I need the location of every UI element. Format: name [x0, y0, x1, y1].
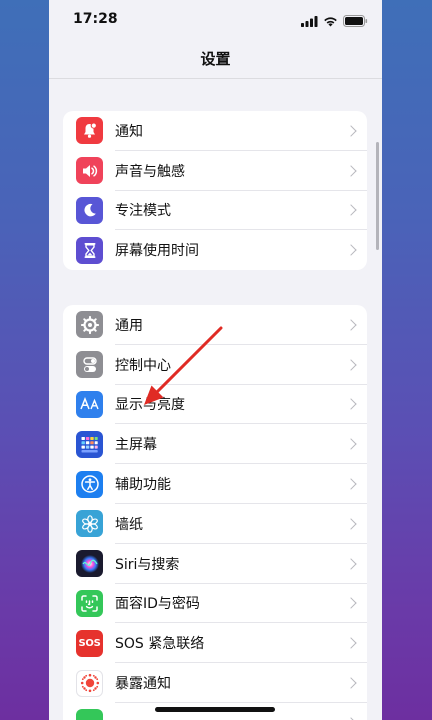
settings-group-1: 通知 声音与触感 专注模式 屏幕使用时间 — [63, 111, 367, 271]
chevron-right-icon — [345, 398, 357, 411]
bell-icon — [76, 117, 103, 145]
settings-row-label: 显示与亮度 — [115, 397, 185, 414]
battery-icon — [76, 709, 103, 720]
hourglass-icon — [76, 236, 103, 264]
cellular-signal-icon — [301, 12, 318, 31]
grid-icon — [76, 430, 103, 458]
settings-row-label: 专注模式 — [115, 203, 171, 220]
chevron-right-icon — [345, 438, 357, 450]
chevron-right-icon — [345, 478, 357, 490]
settings-row-screen-time[interactable]: 屏幕使用时间 — [63, 230, 367, 270]
settings-row-label: Siri与搜索 — [115, 556, 180, 573]
page-title: 设置 — [200, 50, 231, 68]
settings-row-label: 控制中心 — [115, 357, 171, 374]
status-bar: 17:28 — [49, 0, 382, 40]
sos-icon: SOS — [76, 629, 103, 657]
chevron-right-icon — [345, 677, 357, 689]
siri-icon — [76, 550, 103, 578]
settings-row-general[interactable]: 通用 — [63, 305, 367, 345]
settings-row-sounds[interactable]: 声音与触感 — [63, 151, 367, 191]
nav-divider — [49, 78, 382, 79]
settings-row-label: 辅助功能 — [115, 477, 171, 494]
flower-icon — [76, 510, 103, 538]
moon-icon — [76, 196, 103, 224]
settings-row-exposure-notifications[interactable]: 暴露通知 — [63, 663, 367, 703]
settings-row-label: 通用 — [115, 317, 143, 334]
exposure-icon — [76, 669, 103, 697]
settings-row-label: 主屏幕 — [115, 437, 157, 454]
settings-row-notifications[interactable]: 通知 — [63, 111, 367, 151]
settings-row-label: SOS 紧急联络 — [115, 636, 205, 653]
status-icons — [301, 12, 368, 31]
chevron-right-icon — [345, 125, 357, 137]
status-time: 17:28 — [73, 11, 118, 27]
settings-row-label: 暴露通知 — [115, 676, 171, 693]
settings-row-focus[interactable]: 专注模式 — [63, 191, 367, 231]
chevron-right-icon — [345, 165, 357, 177]
chevron-right-icon — [345, 518, 357, 530]
accessibility-icon — [76, 470, 103, 498]
settings-row-label: 屏幕使用时间 — [115, 243, 199, 260]
speaker-icon — [76, 157, 103, 185]
gear-icon — [76, 311, 103, 339]
settings-row-face-id-passcode[interactable]: 面容ID与密码 — [63, 584, 367, 624]
settings-row-siri-search[interactable]: Siri与搜索 — [63, 544, 367, 584]
settings-row-display-brightness[interactable]: 显示与亮度 — [63, 385, 367, 425]
settings-row-wallpaper[interactable]: 墙纸 — [63, 504, 367, 544]
chevron-right-icon — [345, 204, 357, 217]
toggles-icon — [76, 351, 103, 379]
settings-row-accessibility[interactable]: 辅助功能 — [63, 464, 367, 504]
settings-row-label: 声音与触感 — [115, 163, 185, 180]
home-indicator[interactable] — [155, 707, 275, 712]
chevron-right-icon — [345, 359, 357, 371]
face-id-icon — [76, 589, 103, 617]
chevron-right-icon — [345, 637, 357, 649]
text-size-icon — [76, 390, 103, 418]
scroll-indicator[interactable] — [376, 142, 379, 250]
settings-row-label: 墙纸 — [115, 516, 143, 533]
settings-row-home-screen[interactable]: 主屏幕 — [63, 424, 367, 465]
chevron-right-icon — [345, 244, 357, 256]
settings-row-control-center[interactable]: 控制中心 — [63, 345, 367, 385]
chevron-right-icon — [345, 558, 357, 570]
chevron-right-icon — [345, 597, 357, 610]
settings-screen: 17:28 设置 通知 声音与触感 专注模式 屏幕使用时间 通用 控制中心 显示… — [49, 0, 382, 720]
settings-row-label: 通知 — [115, 123, 143, 140]
battery-status-icon — [343, 12, 368, 31]
settings-row-label: 面容ID与密码 — [115, 596, 200, 613]
wifi-icon — [323, 12, 338, 31]
settings-group-2: 通用 控制中心 显示与亮度 主屏幕 辅助功能 墙纸 Siri与搜索 面容ID与密… — [63, 305, 367, 720]
settings-row-emergency-sos[interactable]: SOS SOS 紧急联络 — [63, 623, 367, 664]
chevron-right-icon — [345, 319, 357, 331]
